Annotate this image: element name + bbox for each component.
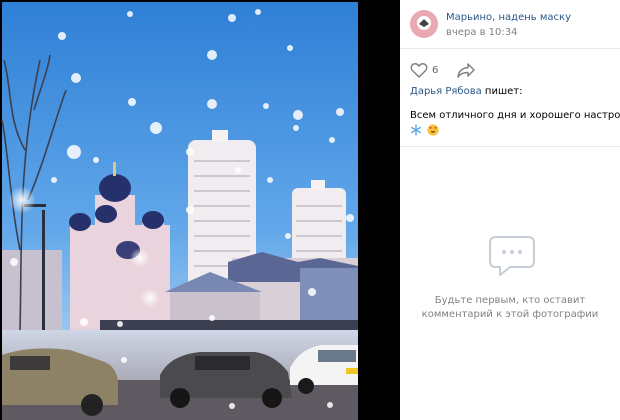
comments-empty-icon <box>489 236 535 276</box>
empty-comments-line-2: комментарий к этой фотографии <box>421 309 599 320</box>
author-link[interactable]: Дарья Рябова <box>410 86 482 97</box>
like-count: 6 <box>432 65 439 76</box>
group-name-link[interactable]: Марьино, надень маску <box>446 12 571 23</box>
post-header: Марьино, надень маску вчера в 10:34 <box>400 0 620 49</box>
group-avatar[interactable] <box>410 10 438 38</box>
snowflake-emoji-icon <box>411 124 422 136</box>
photo[interactable] <box>0 0 400 420</box>
empty-comments-text: Будьте первым, кто оставит комментарий к… <box>420 294 600 322</box>
photo-image <box>1 2 358 420</box>
divider <box>400 146 620 147</box>
wrote-label: пишет: <box>481 86 523 97</box>
heart-eyes-emoji-icon <box>427 124 439 136</box>
like-heart-icon[interactable] <box>410 62 428 78</box>
info-panel: Марьино, надень маску вчера в 10:34 6 Да… <box>400 0 620 420</box>
author-line: Дарья Рябова пишет: <box>410 86 522 97</box>
share-arrow-icon[interactable] <box>456 62 476 78</box>
action-bar: 6 <box>400 56 620 84</box>
emoji-row <box>410 124 439 138</box>
post-time[interactable]: вчера в 10:34 <box>446 27 518 38</box>
empty-comments-line-1: Будьте первым, кто оставит <box>434 295 586 306</box>
post-text: Всем отличного дня и хорошего настроения <box>410 110 620 121</box>
photo-viewer: Марьино, надень маску вчера в 10:34 6 Да… <box>0 0 620 420</box>
mask-logo-icon <box>417 16 431 30</box>
